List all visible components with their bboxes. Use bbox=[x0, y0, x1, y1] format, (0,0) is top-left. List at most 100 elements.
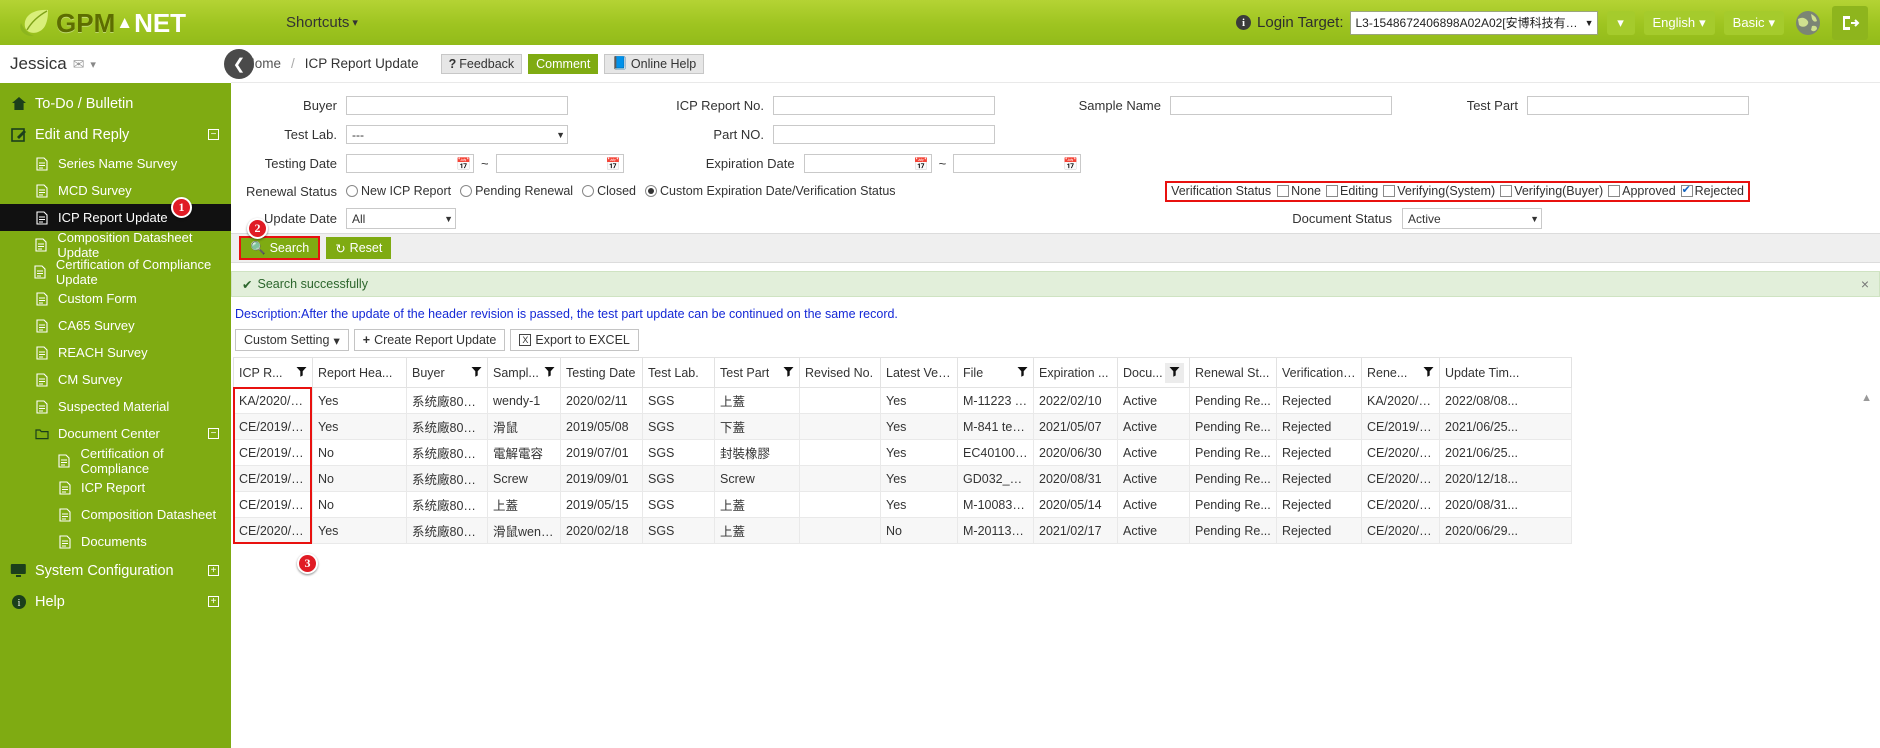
app-logo[interactable]: GPM ▲ NET bbox=[0, 0, 278, 45]
radio-button[interactable] bbox=[346, 185, 358, 197]
icp-report-no-input[interactable] bbox=[773, 96, 995, 115]
table-cell-link[interactable]: M-20113Te... bbox=[957, 517, 1034, 544]
user-profile-row[interactable]: Jessica ✉ ▾ ❮ bbox=[0, 45, 254, 83]
renewal-radio-new-icp-report[interactable]: New ICP Report bbox=[346, 184, 451, 198]
calendar-icon[interactable]: 📅 bbox=[914, 158, 929, 170]
verification-checkbox-none[interactable]: None bbox=[1277, 184, 1321, 198]
table-column-header[interactable]: Sampl... bbox=[487, 357, 561, 388]
sidebar-item-reach-survey[interactable]: REACH Survey bbox=[0, 339, 231, 366]
table-column-header[interactable]: Testing Date bbox=[560, 357, 643, 388]
renewal-radio-pending-renewal[interactable]: Pending Renewal bbox=[460, 184, 573, 198]
test-lab-select[interactable]: --- ▼ bbox=[346, 125, 568, 144]
sidebar-item-edit-and-reply[interactable]: Edit and Reply − bbox=[0, 119, 231, 150]
sidebar-item-to-do-bulletin[interactable]: To-Do / Bulletin bbox=[0, 88, 231, 119]
table-cell-link[interactable]: CE/2019/20... bbox=[233, 465, 313, 492]
sidebar-item-mcd-survey[interactable]: MCD Survey bbox=[0, 177, 231, 204]
sidebar-item-certification-of-compliance-update[interactable]: Certification of Compliance Update bbox=[0, 257, 231, 287]
table-cell-link[interactable]: EC40100G... bbox=[957, 439, 1034, 466]
filter-icon[interactable] bbox=[1418, 366, 1434, 380]
table-row[interactable]: CE/2020/20... Yes 系统廠8013... 滑鼠wendy-2 2020/… bbox=[233, 517, 1572, 544]
radio-button[interactable] bbox=[460, 185, 473, 197]
table-column-header[interactable]: Update Tim... bbox=[1439, 357, 1572, 388]
sidebar-item-system-configuration[interactable]: System Configuration + bbox=[0, 555, 231, 586]
scroll-up-indicator[interactable]: ▲ bbox=[1861, 392, 1872, 404]
sidebar-item-documents[interactable]: Documents bbox=[0, 528, 231, 555]
sidebar-item-composition-datasheet-update[interactable]: Composition Datasheet Update bbox=[0, 230, 231, 260]
table-column-header[interactable]: Rene... bbox=[1361, 357, 1440, 388]
table-cell-link[interactable]: CE/2020/20... bbox=[233, 517, 313, 544]
logout-button[interactable] bbox=[1832, 5, 1868, 40]
radio-button[interactable] bbox=[645, 185, 658, 197]
sidebar-item-certification-of-compliance[interactable]: Certification of Compliance bbox=[0, 446, 231, 476]
filter-icon[interactable] bbox=[778, 366, 794, 380]
table-column-header[interactable]: Report Hea... bbox=[312, 357, 407, 388]
table-row[interactable]: CE/2019/10... No 系统廠8013... 上蓋 2019/05/15 SGS… bbox=[233, 491, 1572, 518]
filter-icon[interactable] bbox=[291, 366, 307, 380]
table-cell-link[interactable]: M-10083 Te... bbox=[957, 491, 1034, 518]
shortcuts-menu[interactable]: Shortcuts ▾ bbox=[286, 14, 358, 31]
sidebar-expander-icon[interactable]: − bbox=[208, 428, 219, 439]
table-cell-link[interactable]: M-841 testr... bbox=[957, 413, 1034, 440]
sidebar-expander-icon[interactable]: + bbox=[208, 596, 219, 607]
search-button[interactable]: 🔍 Search bbox=[239, 236, 321, 260]
calendar-icon[interactable]: 📅 bbox=[606, 158, 621, 170]
sample-name-input[interactable] bbox=[1170, 96, 1392, 115]
sidebar-item-cm-survey[interactable]: CM Survey bbox=[0, 366, 231, 393]
sidebar-item-icp-report-update[interactable]: ICP Report Update bbox=[0, 204, 240, 231]
checkbox[interactable] bbox=[1383, 185, 1396, 197]
table-column-header[interactable]: Renewal St... bbox=[1189, 357, 1277, 388]
filter-icon[interactable] bbox=[1012, 366, 1028, 380]
table-row[interactable]: CE/2019/40... No 系统廠8013... 電解電容 2019/07/01 S… bbox=[233, 439, 1572, 466]
checkbox[interactable] bbox=[1326, 185, 1339, 197]
table-column-header[interactable]: Test Lab. bbox=[642, 357, 715, 388]
sidebar-expander-icon[interactable]: − bbox=[208, 129, 219, 140]
table-row[interactable]: CE/2019/00... Yes 系统廠8013... 滑鼠 2019/05/08 SG… bbox=[233, 413, 1572, 440]
verification-checkbox-verifying-system[interactable]: Verifying(System) bbox=[1383, 184, 1495, 198]
table-column-header[interactable]: Buyer bbox=[406, 357, 488, 388]
verification-checkbox-approved[interactable]: Approved bbox=[1608, 184, 1676, 198]
filter-icon[interactable] bbox=[1165, 362, 1184, 383]
sidebar-item-custom-form[interactable]: Custom Form bbox=[0, 285, 231, 312]
filter-icon[interactable] bbox=[466, 366, 482, 380]
checkbox[interactable] bbox=[1608, 185, 1621, 197]
table-cell-link[interactable]: GD032_Te... bbox=[957, 465, 1034, 492]
calendar-icon[interactable]: 📅 bbox=[456, 158, 471, 170]
sidebar-item-series-name-survey[interactable]: Series Name Survey bbox=[0, 150, 231, 177]
verification-checkbox-editing[interactable]: Editing bbox=[1326, 184, 1378, 198]
calendar-icon[interactable]: 📅 bbox=[1063, 158, 1078, 170]
login-target-expand-button[interactable]: ▾ bbox=[1606, 10, 1635, 35]
table-column-header[interactable]: Docu... bbox=[1117, 357, 1190, 388]
renewal-radio-custom-expiration-date-verification-status[interactable]: Custom Expiration Date/Verification Stat… bbox=[645, 184, 896, 198]
feedback-button[interactable]: ? Feedback bbox=[440, 53, 523, 74]
renewal-radio-closed[interactable]: Closed bbox=[582, 184, 636, 198]
sidebar-collapse-button[interactable]: ❮ bbox=[224, 49, 254, 79]
chevron-down-icon[interactable]: ▾ bbox=[90, 58, 96, 71]
table-cell-link[interactable]: CE/2019/10... bbox=[233, 491, 313, 518]
login-target-select[interactable]: L3-1548672406898A02A02[安博科技有限... ▼ bbox=[1349, 10, 1598, 35]
table-column-header[interactable]: ICP R... bbox=[233, 357, 313, 388]
custom-setting-button[interactable]: Custom Setting ▾ bbox=[235, 329, 349, 351]
sidebar-item-composition-datasheet[interactable]: Composition Datasheet bbox=[0, 501, 231, 528]
online-help-button[interactable]: 📘 Online Help bbox=[604, 53, 705, 74]
checkbox[interactable] bbox=[1277, 185, 1290, 197]
language-select-button[interactable]: English ▾ bbox=[1643, 10, 1715, 35]
sidebar-item-help[interactable]: i Help + bbox=[0, 586, 231, 617]
expiration-date-to-input[interactable]: 📅 bbox=[953, 154, 1082, 173]
testing-date-to-input[interactable]: 📅 bbox=[495, 154, 624, 173]
buyer-input[interactable] bbox=[346, 96, 568, 115]
export-to-excel-button[interactable]: X Export to EXCEL bbox=[510, 329, 639, 351]
level-select-button[interactable]: Basic ▾ bbox=[1723, 10, 1784, 35]
sidebar-item-icp-report[interactable]: ICP Report bbox=[0, 474, 231, 501]
globe-icon[interactable] bbox=[1793, 8, 1823, 38]
filter-icon[interactable] bbox=[539, 366, 555, 380]
sidebar-item-suspected-material[interactable]: Suspected Material bbox=[0, 393, 231, 420]
comment-button[interactable]: Comment bbox=[528, 53, 599, 74]
document-status-select[interactable]: Active ▼ bbox=[1402, 208, 1542, 229]
update-date-select[interactable]: All ▼ bbox=[346, 208, 456, 229]
table-cell-link[interactable]: CE/2019/00... bbox=[233, 413, 313, 440]
checkbox[interactable] bbox=[1680, 184, 1693, 197]
expiration-date-from-input[interactable]: 📅 bbox=[803, 154, 932, 173]
reset-button[interactable]: ↻ Reset bbox=[326, 237, 392, 259]
table-cell-link[interactable]: M-11223 Te... bbox=[957, 387, 1034, 414]
table-cell-link[interactable]: CE/2019/40... bbox=[233, 439, 313, 466]
